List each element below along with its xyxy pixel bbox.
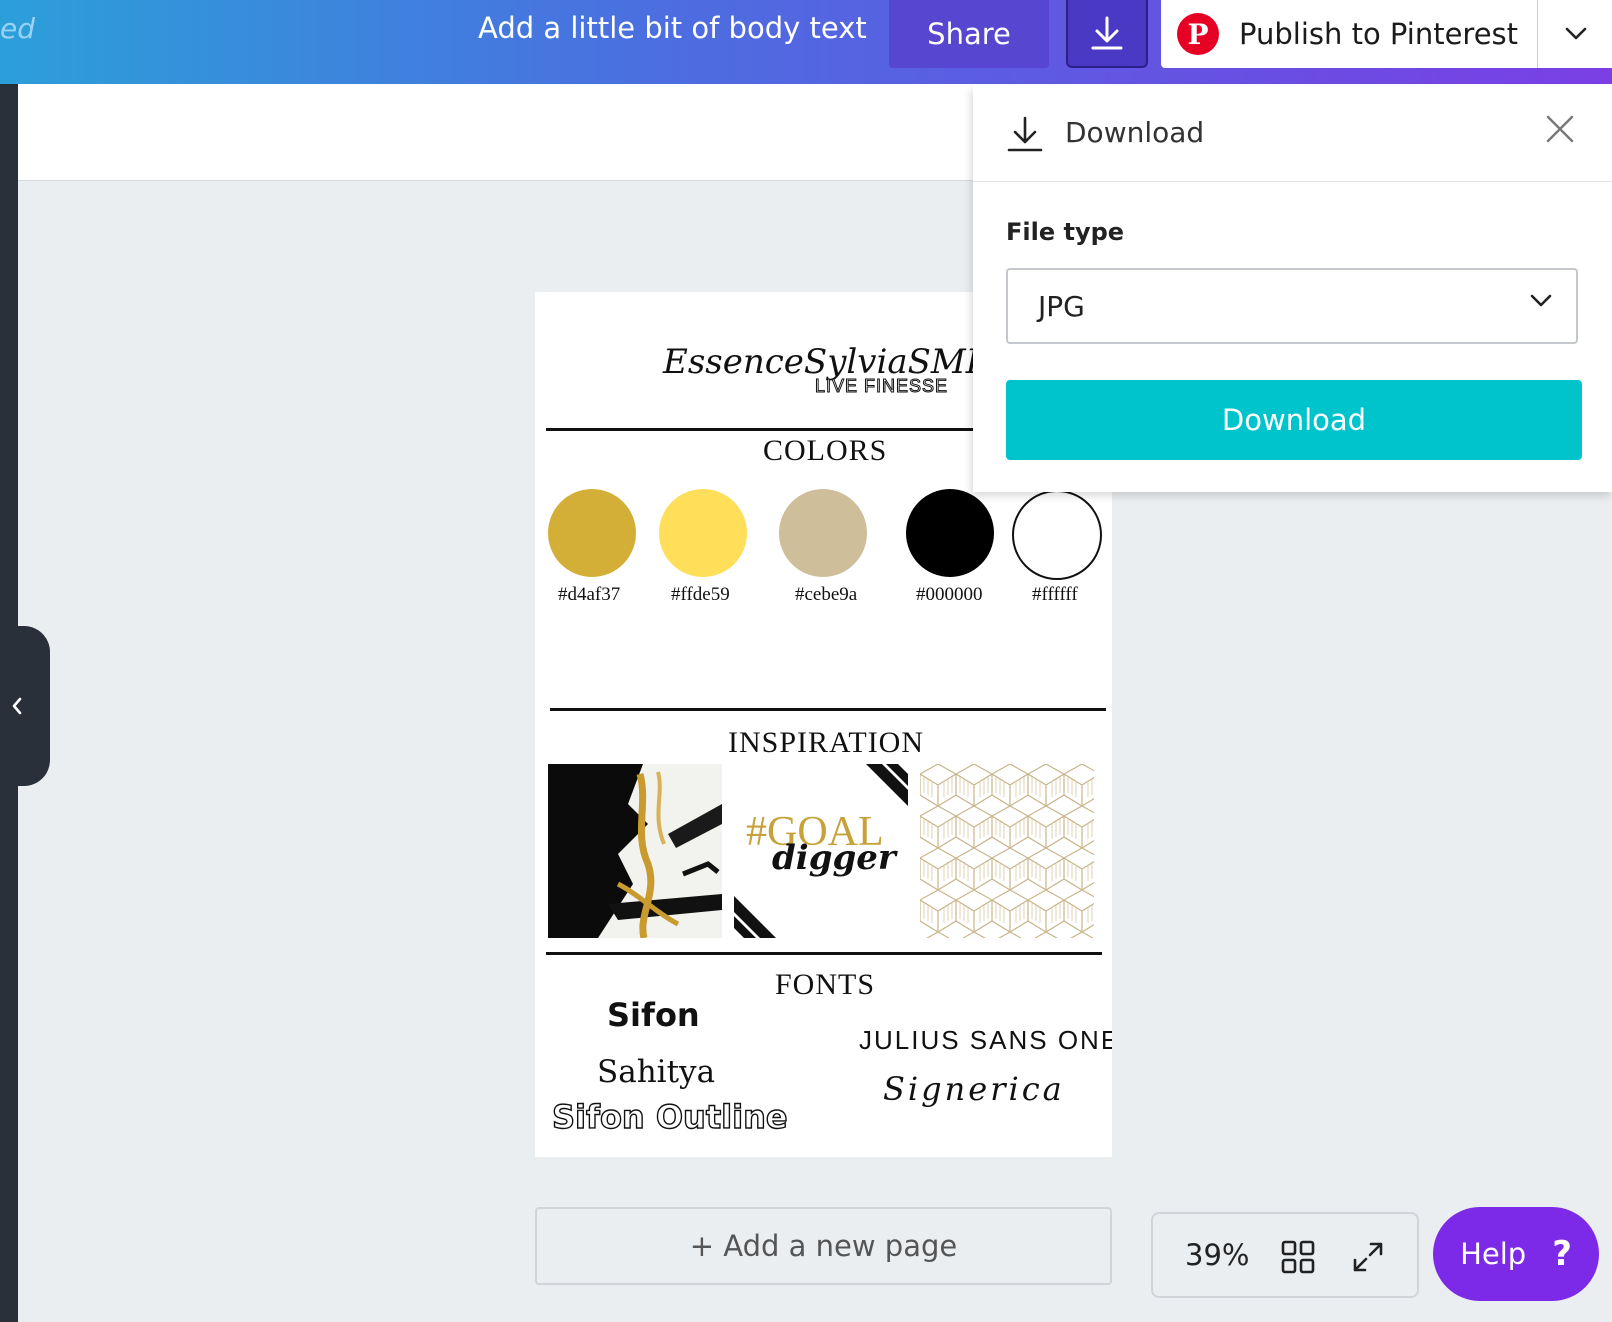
- chevron-down-icon: [1530, 294, 1552, 307]
- font-sample-julius-sans: JULIUS SANS ONE: [859, 1025, 1112, 1055]
- inspiration-image-geometric-pattern: [920, 764, 1094, 938]
- download-panel: Download File type JPG Download: [973, 86, 1612, 492]
- download-icon: [1007, 116, 1043, 152]
- file-type-select[interactable]: JPG: [1006, 268, 1578, 344]
- share-label: Share: [927, 17, 1011, 51]
- color-swatch: [1012, 490, 1102, 580]
- color-hex-label: #ffffff: [1032, 584, 1078, 605]
- file-type-value: JPG: [1038, 290, 1085, 323]
- add-new-page-button[interactable]: + Add a new page: [535, 1207, 1112, 1285]
- question-icon: ?: [1552, 1234, 1572, 1274]
- font-sample-signerica: Signerica: [883, 1070, 1065, 1108]
- color-hex-label: #d4af37: [558, 584, 621, 605]
- add-new-page-label: + Add a new page: [689, 1229, 958, 1263]
- digger-text: digger: [772, 838, 896, 878]
- color-hex-label: #000000: [916, 584, 983, 605]
- grid-view-icon[interactable]: [1281, 1240, 1315, 1274]
- share-button[interactable]: Share: [889, 0, 1049, 68]
- colors-heading: COLORS: [763, 434, 888, 467]
- saved-status: ed: [0, 12, 35, 45]
- close-icon[interactable]: [1545, 114, 1575, 144]
- design-title[interactable]: Add a little bit of body text: [478, 11, 867, 45]
- download-icon: [1091, 16, 1123, 50]
- help-label: Help: [1460, 1237, 1527, 1271]
- brand-logo-tagline: LIVE FINESSE: [814, 376, 949, 397]
- inspiration-heading: INSPIRATION: [728, 726, 925, 759]
- top-bar: ed Add a little bit of body text Share P…: [0, 0, 1612, 84]
- font-sample-sifon: Sifon: [607, 996, 700, 1034]
- color-swatch: [779, 489, 867, 577]
- publish-pinterest-label: Publish to Pinterest: [1239, 17, 1519, 51]
- fullscreen-icon[interactable]: [1351, 1240, 1385, 1274]
- download-panel-header: Download: [973, 86, 1612, 182]
- publish-pinterest-button[interactable]: P Publish to Pinterest: [1161, 0, 1537, 68]
- divider: [546, 952, 1102, 955]
- zoom-level[interactable]: 39%: [1185, 1238, 1249, 1272]
- download-toggle-button[interactable]: [1066, 0, 1148, 68]
- zoom-controls: 39%: [1151, 1212, 1419, 1298]
- chevron-down-icon: [1565, 27, 1586, 40]
- help-button[interactable]: Help ?: [1433, 1207, 1599, 1301]
- chevron-left-icon: [12, 697, 22, 715]
- collapse-sidebar-button[interactable]: [0, 626, 50, 786]
- font-sample-sifon-outline: Sifon Outline: [551, 1097, 788, 1136]
- color-swatch: [548, 489, 636, 577]
- color-hex-label: #cebe9a: [795, 584, 858, 605]
- inspiration-image-goal-digger: #GOAL digger: [734, 764, 908, 938]
- inspiration-image-abstract: [548, 764, 722, 938]
- color-swatch: [906, 489, 994, 577]
- download-button[interactable]: Download: [1006, 380, 1582, 460]
- file-type-label: File type: [1006, 218, 1125, 246]
- publish-options-button[interactable]: [1537, 0, 1612, 68]
- font-sample-sahitya: Sahitya: [597, 1054, 716, 1090]
- color-swatch: [659, 489, 747, 577]
- divider: [550, 708, 1106, 711]
- pinterest-icon: P: [1177, 13, 1219, 55]
- color-hex-label: #ffde59: [671, 584, 730, 605]
- download-button-label: Download: [1221, 403, 1367, 437]
- fonts-heading: FONTS: [775, 968, 876, 1001]
- download-panel-title: Download: [1065, 116, 1205, 149]
